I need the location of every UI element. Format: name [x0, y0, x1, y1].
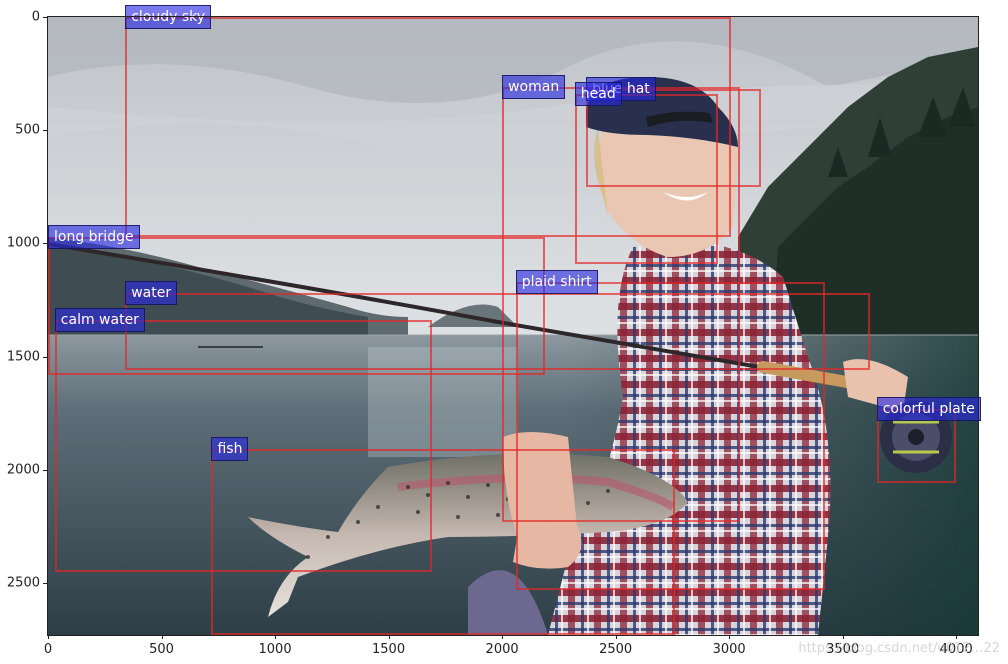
x-tick-label: 500	[149, 642, 174, 657]
y-tick-label: 500	[15, 122, 40, 138]
region-label: calm water	[54, 308, 145, 333]
y-tick-mark	[43, 243, 47, 245]
y-tick-label: 1500	[6, 349, 40, 365]
region-label: water	[125, 281, 178, 306]
x-tick-mark	[275, 635, 277, 639]
x-tick-mark	[842, 635, 844, 639]
region-label: plaid shirt	[515, 269, 598, 294]
x-tick-mark	[388, 635, 390, 639]
region-label: colorful plate	[876, 396, 981, 421]
x-tick-label: 0	[43, 642, 53, 657]
y-tick-mark	[43, 582, 47, 584]
region-label: cloudy sky	[125, 5, 212, 29]
y-tick-mark	[43, 356, 47, 358]
x-tick-label: 1000	[258, 642, 292, 657]
y-tick-label: 2000	[6, 462, 40, 478]
x-tick-label: 2000	[485, 642, 519, 657]
y-tick-label: 0	[31, 9, 40, 25]
region-label: head	[574, 81, 622, 106]
y-tick-mark	[43, 469, 47, 471]
region-label: fish	[211, 437, 249, 462]
y-tick-label: 2500	[6, 575, 40, 591]
watermark-text: https://blog.csdn.net/u012…22	[798, 641, 1000, 656]
x-tick-label: 1500	[372, 642, 406, 657]
x-tick-mark	[956, 635, 958, 639]
y-tick-label: 1000	[6, 235, 40, 251]
x-tick-label: 2500	[599, 642, 633, 657]
x-tick-mark	[615, 635, 617, 639]
region-box	[574, 93, 718, 264]
region-label: woman	[502, 75, 566, 100]
region-label: long bridge	[48, 224, 140, 249]
x-tick-mark	[161, 635, 163, 639]
x-tick-mark	[729, 635, 731, 639]
y-tick-mark	[43, 17, 47, 18]
region-box	[211, 449, 675, 635]
x-tick-mark	[48, 635, 49, 639]
x-tick-mark	[502, 635, 504, 639]
annotated-image-figure: cloudy skywomanblue hatheadlong bridgewa…	[0, 0, 1008, 664]
y-tick-mark	[43, 130, 47, 132]
x-tick-label: 3000	[712, 642, 746, 657]
